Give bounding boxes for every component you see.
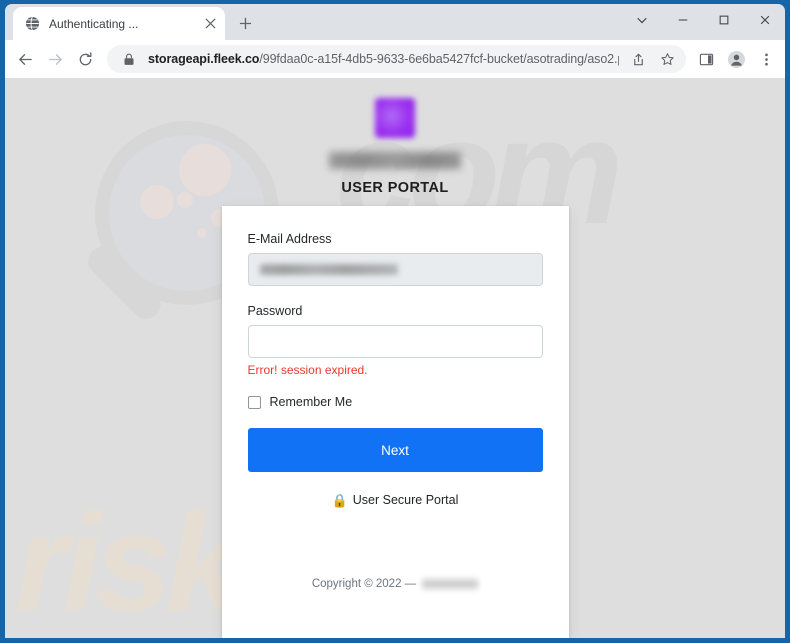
copyright-text: Copyright © 2022 — <box>311 578 417 590</box>
window-controls <box>621 4 785 36</box>
password-label: Password <box>247 304 303 318</box>
login-page: USER PORTAL E-Mail Address Password Erro… <box>5 78 785 638</box>
copyright-footer: Copyright © 2022 — <box>248 578 543 638</box>
next-button[interactable]: Next <box>247 428 543 472</box>
three-dot-menu-icon[interactable] <box>752 45 780 73</box>
brand-name-redacted <box>329 152 461 169</box>
email-value-redacted <box>259 264 398 275</box>
star-icon[interactable] <box>657 49 677 69</box>
new-tab-button[interactable] <box>231 9 259 37</box>
url-host: storageapi.fleek.co <box>148 52 260 66</box>
site-info-lock-icon[interactable] <box>119 49 139 69</box>
login-card: E-Mail Address Password Error! session e… <box>221 206 569 638</box>
secure-portal-text: User Secure Portal <box>352 493 459 507</box>
secure-portal-note: 🔒 User Secure Portal <box>248 493 543 507</box>
tab-close-icon[interactable] <box>201 15 219 33</box>
globe-icon <box>24 16 40 32</box>
profile-avatar-icon[interactable] <box>722 45 750 73</box>
remember-me-row[interactable]: Remember Me <box>247 395 543 409</box>
purple-square-logo <box>375 98 415 138</box>
email-label: E-Mail Address <box>247 232 332 246</box>
window-close-button[interactable] <box>744 4 785 36</box>
reload-icon[interactable] <box>71 45 99 73</box>
remember-me-checkbox[interactable] <box>247 395 261 409</box>
remember-me-label: Remember Me <box>269 395 353 409</box>
share-icon[interactable] <box>628 49 648 69</box>
page-title: USER PORTAL <box>341 180 449 196</box>
url-path: /99fdaa0c-a15f-4db5-9633-6e6ba5427fcf-bu… <box>259 52 619 66</box>
window-maximize-button[interactable] <box>703 4 744 36</box>
password-field[interactable] <box>247 325 543 358</box>
page-viewport: com risk USER PORTAL E-Mail Address Pass… <box>5 78 785 638</box>
side-panel-icon[interactable] <box>692 45 720 73</box>
tab-strip: Authenticating ... <box>5 4 785 40</box>
browser-toolbar: storageapi.fleek.co/99fdaa0c-a15f-4db5-9… <box>5 40 785 78</box>
copyright-company-redacted <box>422 579 479 589</box>
browser-window: Authenticating ... storageapi.fleek.co/9… <box>0 0 790 643</box>
error-message: Error! session expired. <box>247 363 368 377</box>
back-arrow-icon[interactable] <box>11 45 39 73</box>
window-minimize-button[interactable] <box>662 4 703 36</box>
forward-arrow-icon[interactable] <box>41 45 69 73</box>
email-field[interactable] <box>247 253 543 286</box>
url-text: storageapi.fleek.co/99fdaa0c-a15f-4db5-9… <box>148 52 619 66</box>
tab-search-chevron-icon[interactable] <box>621 4 662 36</box>
lock-icon: 🔒 <box>331 492 348 508</box>
address-bar[interactable]: storageapi.fleek.co/99fdaa0c-a15f-4db5-9… <box>107 45 686 73</box>
browser-tab-authenticating[interactable]: Authenticating ... <box>13 7 225 40</box>
tab-title: Authenticating ... <box>49 16 139 31</box>
